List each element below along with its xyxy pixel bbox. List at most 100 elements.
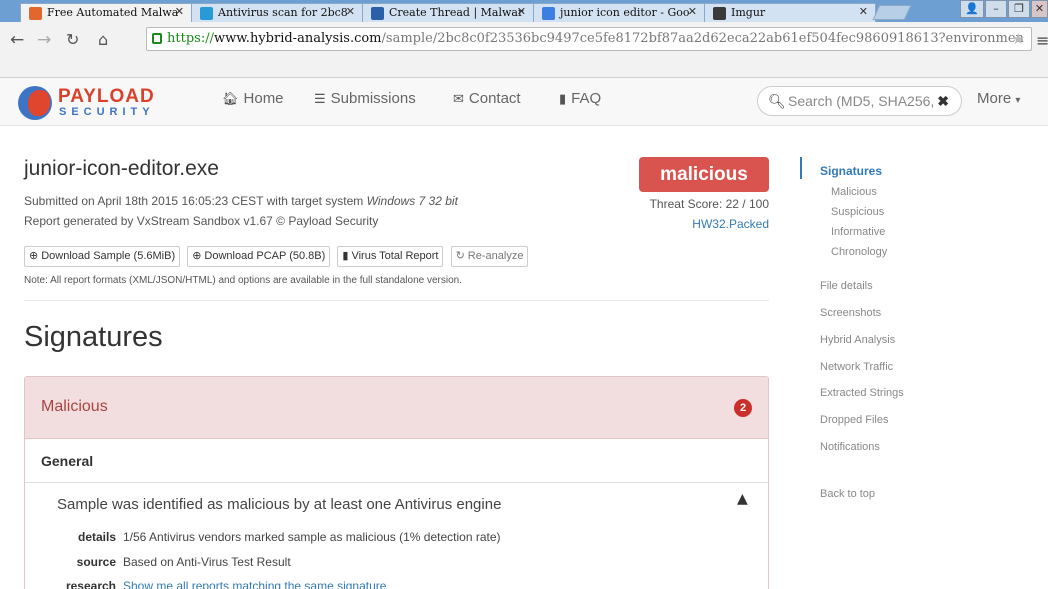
book-icon: ▮ (559, 91, 567, 106)
home-icon: 🏠︎ (222, 91, 239, 106)
sidebar-item-network-traffic[interactable]: Network Traffic (820, 361, 893, 373)
sidebar-item-file-details[interactable]: File details (820, 280, 873, 292)
forward-arrow-icon[interactable]: → (37, 30, 51, 50)
target-system: Windows 7 32 bit (366, 194, 458, 208)
virustotal-favicon-icon (200, 7, 213, 20)
bookmark-star-icon[interactable]: ★ (1012, 28, 1025, 50)
report-content: junior-icon-editor.exe Submitted on Apri… (0, 127, 1048, 589)
download-pcap-label: Download PCAP (50.8B) (204, 250, 326, 262)
close-tab-icon[interactable]: ✕ (688, 5, 697, 18)
signature-category: General (25, 439, 768, 483)
envelope-icon: ✉ (453, 91, 464, 106)
active-section-indicator (800, 157, 802, 179)
minimize-icon[interactable]: – (985, 0, 1007, 18)
nav-contact[interactable]: ✉ Contact (453, 90, 521, 107)
close-tab-icon[interactable]: ✕ (346, 5, 355, 18)
report-generator: Report generated by VxStream Sandbox v1.… (24, 214, 379, 228)
caret-down-icon: ▾ (1015, 95, 1021, 106)
address-bar[interactable]: https://www.hybrid-analysis.com/sample/2… (146, 27, 1032, 51)
back-arrow-icon[interactable]: ← (10, 30, 24, 50)
verdict-badge: malicious (639, 157, 769, 192)
hybrid-analysis-favicon-icon (29, 7, 42, 20)
sidebar-item-notifications[interactable]: Notifications (820, 441, 880, 453)
report-actions: ⊕ Download Sample (5.6MiB) ⊕ Download PCAP… (24, 246, 530, 267)
malware-family-link[interactable]: HW32.Packed (604, 217, 769, 231)
sidebar-item-hybrid-analysis[interactable]: Hybrid Analysis (820, 334, 895, 346)
payload-security-logo[interactable]: PAYLOAD SECURITY (18, 86, 178, 120)
sidebar-item-extracted-strings[interactable]: Extracted Strings (820, 387, 904, 399)
more-dropdown[interactable]: More ▾ (977, 90, 1020, 107)
browser-tab[interactable]: Antivirus scan for 2bc8 ✕ (191, 3, 363, 22)
sidebar-sub-suspicious[interactable]: Suspicious (831, 206, 884, 218)
reanalyze-button[interactable]: ↻ Re-analyze (450, 246, 529, 267)
browser-tab-title: Free Automated Malwa (47, 6, 179, 19)
download-icon: ⊕ (29, 250, 39, 262)
sidebar-back-to-top[interactable]: Back to top (820, 488, 875, 500)
maximize-icon[interactable]: ❐ (1008, 0, 1030, 18)
browser-tab-active[interactable]: Free Automated Malwa ✕ (20, 3, 192, 22)
search-icon: 🔍︎ (768, 93, 786, 109)
sidebar-sub-malicious[interactable]: Malicious (831, 186, 877, 198)
browser-tab[interactable]: Create Thread | Malwar ✕ (362, 3, 534, 22)
signatures-heading: Signatures (24, 321, 163, 353)
malicious-panel-header[interactable]: Malicious 2 (25, 377, 768, 439)
sidebar-sub-chronology[interactable]: Chronology (831, 246, 887, 258)
sidebar-item-signatures[interactable]: Signatures (820, 164, 882, 178)
nav-submissions-label: Submissions (330, 90, 416, 107)
google-favicon-icon (542, 7, 555, 20)
nav-contact-label: Contact (468, 90, 521, 107)
window-close-icon[interactable]: ✕ (1031, 0, 1048, 18)
signature-research-row: research Show me all reports matching the… (25, 579, 387, 589)
details-key: details (77, 530, 116, 544)
malicious-count-badge: 2 (734, 399, 752, 417)
lock-icon (152, 33, 162, 44)
search-placeholder: Search (MD5, SHA256, (788, 93, 935, 109)
reload-icon[interactable]: ↻ (66, 30, 79, 49)
logo-mark-icon (18, 86, 52, 120)
collapse-caret-icon[interactable]: ▲ (737, 491, 748, 507)
close-tab-icon[interactable]: ✕ (517, 5, 526, 18)
nav-home[interactable]: 🏠︎ Home (222, 90, 284, 107)
browser-tab[interactable]: Imgur ✕ (704, 3, 876, 22)
url-scheme: https:// (167, 31, 214, 46)
sidebar-item-dropped-files[interactable]: Dropped Files (820, 414, 888, 426)
more-label: More (977, 90, 1012, 107)
threat-score: Threat Score: 22 / 100 (649, 197, 769, 211)
divider (24, 300, 769, 301)
site-navbar: PAYLOAD SECURITY 🏠︎ Home ☰ Submissions ✉ Co… (0, 78, 1048, 224)
sidebar-sub-informative[interactable]: Informative (831, 226, 885, 238)
browser-tab-title: Create Thread | Malwar (389, 6, 524, 19)
nav-submissions[interactable]: ☰ Submissions (314, 90, 416, 107)
close-tab-icon[interactable]: ✕ (175, 5, 184, 18)
book-icon: ▮ (342, 250, 349, 262)
clear-search-icon[interactable]: ✖ (937, 87, 949, 115)
browser-tab-title: Antivirus scan for 2bc8 (218, 6, 348, 19)
signature-source-row: source Based on Anti-Virus Test Result (25, 555, 291, 569)
signature-details-row: details 1/56 Antivirus vendors marked sam… (25, 530, 501, 544)
download-sample-button[interactable]: ⊕ Download Sample (5.6MiB) (24, 246, 181, 267)
research-link[interactable]: Show me all reports matching the same si… (123, 579, 386, 589)
nav-faq-label: FAQ (571, 90, 602, 107)
nav-faq[interactable]: ▮ FAQ (559, 90, 601, 107)
search-input[interactable]: 🔍︎ Search (MD5, SHA256, ✖ (757, 86, 962, 116)
submitted-text: Submitted on April 18th 2015 16:05:23 CE… (24, 194, 367, 208)
signature-title[interactable]: Sample was identified as malicious by at… (57, 496, 501, 513)
sidebar-item-screenshots[interactable]: Screenshots (820, 307, 881, 319)
user-profile-icon[interactable]: 👤 (960, 0, 984, 18)
virus-total-button[interactable]: ▮ Virus Total Report (337, 246, 444, 267)
browser-tab[interactable]: junior icon editor - Goo ✕ (533, 3, 705, 22)
url-host: www.hybrid-analysis.com (213, 31, 382, 46)
new-tab-button[interactable] (872, 5, 912, 20)
malwaretips-favicon-icon (371, 7, 384, 20)
research-key: research (65, 579, 116, 589)
home-icon[interactable]: ⌂ (98, 30, 108, 49)
browser-toolbar: ← → ↻ ⌂ https://www.hybrid-analysis.com/… (0, 22, 1048, 78)
reanalyze-label: Re-analyze (467, 250, 524, 262)
hamburger-menu-icon[interactable]: ≡ (1036, 31, 1048, 50)
list-icon: ☰ (314, 91, 326, 106)
download-sample-label: Download Sample (5.6MiB) (41, 250, 176, 262)
url-path: /sample/2bc8c0f23536bc9497ce5fe8172bf87a… (381, 31, 1024, 46)
close-tab-icon[interactable]: ✕ (859, 5, 868, 18)
details-value: 1/56 Antivirus vendors marked sample as … (123, 530, 501, 544)
download-pcap-button[interactable]: ⊕ Download PCAP (50.8B) (187, 246, 331, 267)
